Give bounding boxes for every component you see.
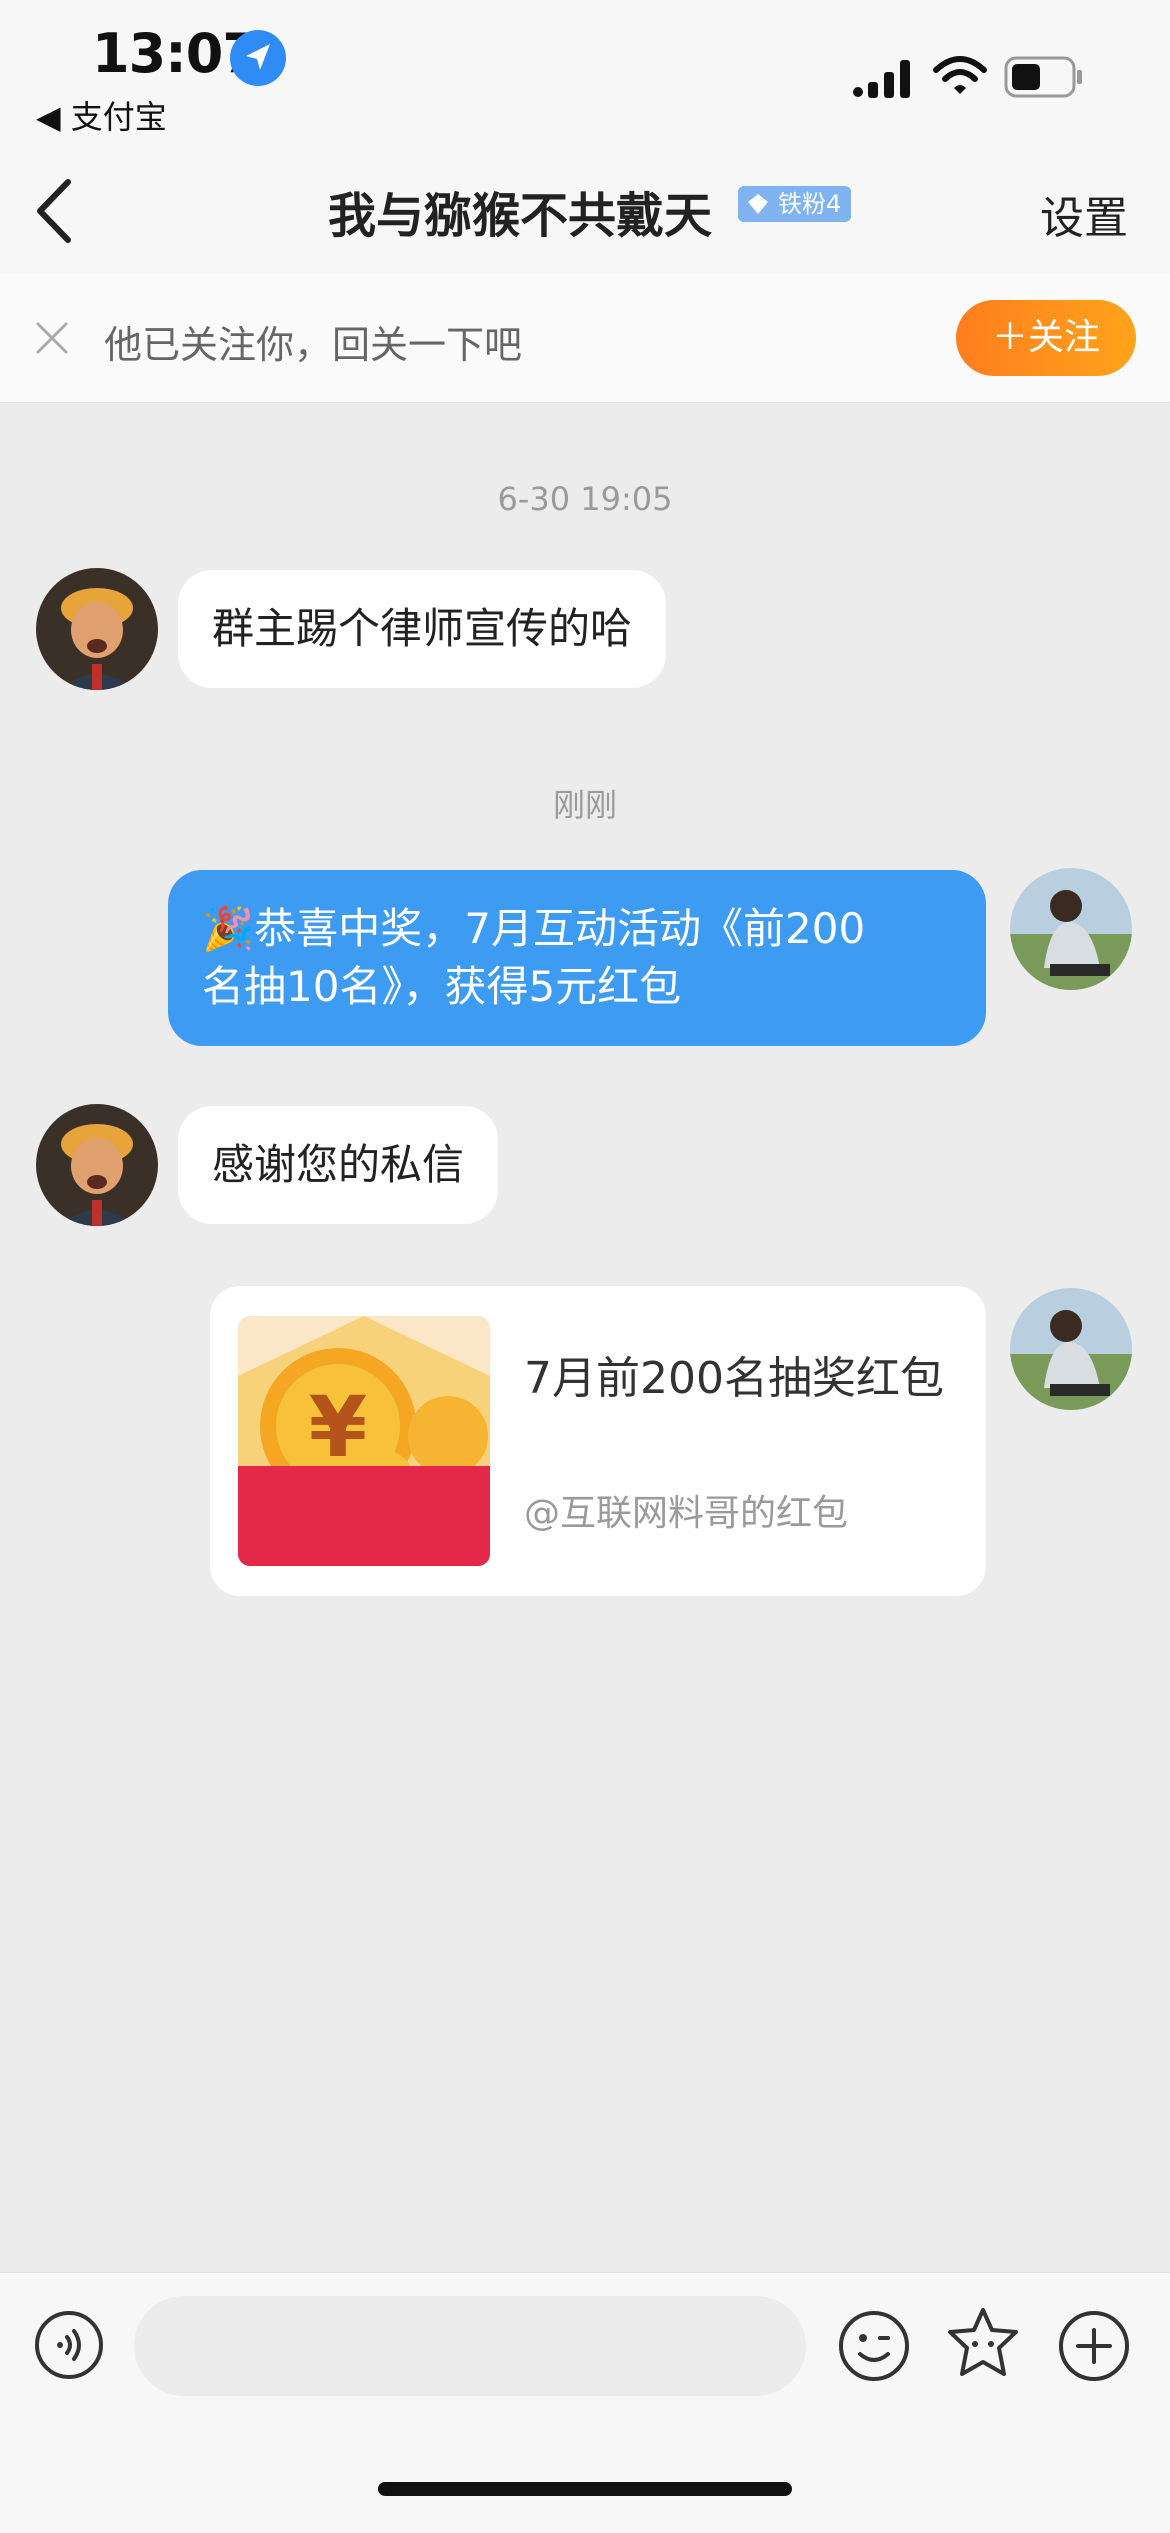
battery-icon [1004, 56, 1082, 98]
message-bubble-received[interactable]: 感谢您的私信 [178, 1106, 499, 1224]
message-line: 名抽10名》，获得5元红包 [202, 962, 682, 1011]
cellular-signal-icon [853, 60, 910, 98]
red-packet-title: 7月前200名抽奖红包 [524, 1353, 944, 1404]
timestamp: 刚刚 [552, 786, 617, 824]
page-title: 我与猕猴不共戴天 [328, 188, 713, 244]
follow-prompt-text: 他已关注你，回关一下吧 [104, 323, 523, 367]
settings-button[interactable]: 设置 [1040, 182, 1128, 246]
diamond-icon [748, 194, 768, 214]
avatar[interactable] [1010, 868, 1132, 990]
back-to-app-link[interactable]: ◀ 支付宝 [36, 92, 167, 138]
star-sticker-icon[interactable] [944, 2306, 1022, 2382]
back-icon[interactable] [30, 176, 80, 246]
message-line: 🎉恭喜中奖，7月互动活动《前200 [202, 904, 866, 953]
message-bubble-received[interactable]: 群主踢个律师宣传的哈 [178, 570, 667, 688]
fan-level-label: 铁粉4 [778, 190, 842, 218]
message-input[interactable] [134, 2296, 806, 2396]
avatar[interactable] [1010, 1288, 1132, 1410]
close-icon[interactable] [34, 320, 70, 356]
avatar[interactable] [36, 1104, 158, 1226]
red-packet-subtitle: @互联网料哥的红包 [524, 1493, 849, 1534]
plus-icon[interactable] [1058, 2310, 1130, 2382]
emoji-icon[interactable] [838, 2310, 910, 2382]
location-icon [230, 30, 286, 86]
message-bubble-sent[interactable]: 🎉恭喜中奖，7月互动活动《前200 名抽10名》，获得5元红包 [168, 870, 986, 1046]
wifi-icon [933, 56, 987, 94]
home-indicator[interactable] [378, 2482, 792, 2496]
avatar[interactable] [36, 568, 158, 690]
follow-button[interactable]: ＋关注 [956, 300, 1136, 376]
red-packet-icon: ¥ [238, 1316, 490, 1566]
fan-level-badge: 铁粉4 [738, 186, 852, 222]
timestamp: 6-30 19:05 [497, 480, 673, 518]
voice-icon[interactable] [34, 2310, 104, 2380]
